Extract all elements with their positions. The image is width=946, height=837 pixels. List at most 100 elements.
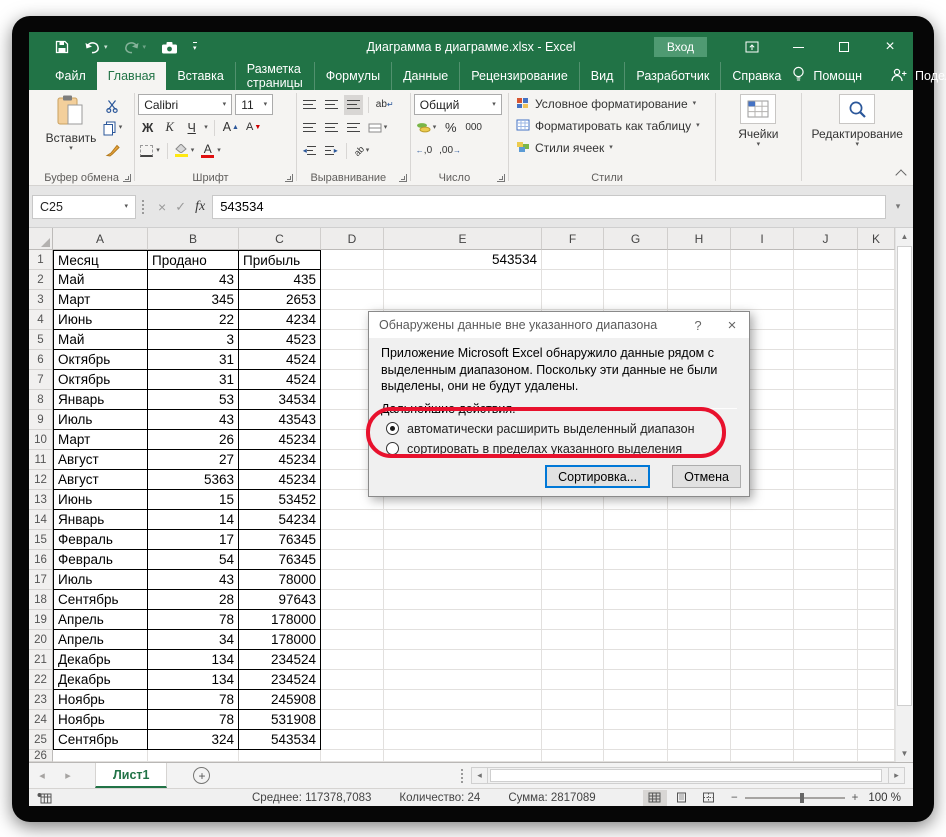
zoom-out-icon[interactable]: − (731, 792, 738, 804)
cell-I22[interactable] (731, 670, 794, 690)
cell-H26[interactable] (668, 750, 731, 762)
cell-C15[interactable]: 76345 (239, 530, 321, 550)
cell-H24[interactable] (668, 710, 731, 730)
cell-C17[interactable]: 78000 (239, 570, 321, 590)
cell-J19[interactable] (794, 610, 858, 630)
scroll-right-icon[interactable]: ▸ (888, 767, 905, 784)
cell-H22[interactable] (668, 670, 731, 690)
row-header-23[interactable]: 23 (29, 690, 53, 710)
cell-H21[interactable] (668, 650, 731, 670)
cell-F20[interactable] (542, 630, 604, 650)
cell-I25[interactable] (731, 730, 794, 750)
cell-G22[interactable] (604, 670, 668, 690)
tab-review[interactable]: Рецензирование (459, 62, 579, 90)
horizontal-scroll-thumb[interactable] (490, 769, 882, 782)
cell-A16[interactable]: Февраль (53, 550, 148, 570)
cell-B16[interactable]: 54 (148, 550, 239, 570)
cell-F1[interactable] (542, 250, 604, 270)
decrease-decimal-button[interactable]: ,00→ (437, 141, 463, 161)
cell-J18[interactable] (794, 590, 858, 610)
increase-indent-icon[interactable]: ▸ (322, 141, 341, 161)
cell-K1[interactable] (858, 250, 895, 270)
cell-B12[interactable]: 5363 (148, 470, 239, 490)
tab-insert[interactable]: Вставка (166, 62, 234, 90)
cell-C7[interactable]: 4524 (239, 370, 321, 390)
cell-A10[interactable]: Март (53, 430, 148, 450)
cell-C22[interactable]: 234524 (239, 670, 321, 690)
cell-D19[interactable] (321, 610, 384, 630)
cell-D1[interactable] (321, 250, 384, 270)
tab-developer[interactable]: Разработчик (624, 62, 720, 90)
cell-G15[interactable] (604, 530, 668, 550)
column-header-J[interactable]: J (794, 228, 858, 250)
cell-A15[interactable]: Февраль (53, 530, 148, 550)
ribbon-display-options-button[interactable] (729, 32, 775, 62)
row-header-18[interactable]: 18 (29, 590, 53, 610)
cell-K6[interactable] (858, 350, 895, 370)
cell-C14[interactable]: 54234 (239, 510, 321, 530)
scroll-up-icon[interactable]: ▲ (896, 228, 913, 245)
cell-A14[interactable]: Январь (53, 510, 148, 530)
fill-color-button[interactable]: ▾ (173, 141, 197, 161)
row-header-12[interactable]: 12 (29, 470, 53, 490)
align-center-icon[interactable] (322, 118, 341, 138)
cell-A12[interactable]: Август (53, 470, 148, 490)
cell-J16[interactable] (794, 550, 858, 570)
cell-A22[interactable]: Декабрь (53, 670, 148, 690)
cell-B13[interactable]: 15 (148, 490, 239, 510)
font-dialog-launcher-icon[interactable] (285, 174, 293, 182)
tab-data[interactable]: Данные (391, 62, 459, 90)
cell-J7[interactable] (794, 370, 858, 390)
cell-E22[interactable] (384, 670, 542, 690)
cell-E18[interactable] (384, 590, 542, 610)
cell-K15[interactable] (858, 530, 895, 550)
cell-F18[interactable] (542, 590, 604, 610)
prev-sheet-icon[interactable]: ◂ (29, 769, 55, 782)
cell-A8[interactable]: Январь (53, 390, 148, 410)
cell-B2[interactable]: 43 (148, 270, 239, 290)
row-header-4[interactable]: 4 (29, 310, 53, 330)
vertical-scrollbar[interactable]: ▲ ▼ (895, 228, 913, 762)
cell-C18[interactable]: 97643 (239, 590, 321, 610)
cell-J14[interactable] (794, 510, 858, 530)
row-header-22[interactable]: 22 (29, 670, 53, 690)
cell-G25[interactable] (604, 730, 668, 750)
cell-G17[interactable] (604, 570, 668, 590)
cell-K24[interactable] (858, 710, 895, 730)
column-header-A[interactable]: A (53, 228, 148, 250)
cell-F22[interactable] (542, 670, 604, 690)
cell-J10[interactable] (794, 430, 858, 450)
share-button[interactable]: Поделиться (915, 69, 946, 83)
cell-B20[interactable]: 34 (148, 630, 239, 650)
cell-I18[interactable] (731, 590, 794, 610)
cell-J24[interactable] (794, 710, 858, 730)
cell-D25[interactable] (321, 730, 384, 750)
cell-K10[interactable] (858, 430, 895, 450)
cell-J1[interactable] (794, 250, 858, 270)
cell-C25[interactable]: 543534 (239, 730, 321, 750)
row-header-26[interactable]: 26 (29, 750, 53, 762)
cell-J26[interactable] (794, 750, 858, 762)
cell-B3[interactable]: 345 (148, 290, 239, 310)
cell-C6[interactable]: 4524 (239, 350, 321, 370)
namebox-splitter[interactable] (142, 200, 145, 214)
tab-home[interactable]: Главная (97, 62, 167, 90)
editing-group[interactable]: Редактирование ▾ (802, 90, 913, 185)
cell-I20[interactable] (731, 630, 794, 650)
cell-A19[interactable]: Апрель (53, 610, 148, 630)
cell-J2[interactable] (794, 270, 858, 290)
tab-view[interactable]: Вид (579, 62, 625, 90)
column-header-D[interactable]: D (321, 228, 384, 250)
cell-E20[interactable] (384, 630, 542, 650)
align-left-icon[interactable] (300, 118, 319, 138)
expand-selection-radio[interactable] (386, 422, 399, 435)
merge-center-button[interactable]: ▾ (366, 118, 390, 138)
cell-K12[interactable] (858, 470, 895, 490)
cell-J23[interactable] (794, 690, 858, 710)
cell-C5[interactable]: 4523 (239, 330, 321, 350)
cell-D21[interactable] (321, 650, 384, 670)
cell-C10[interactable]: 45234 (239, 430, 321, 450)
zoom-slider[interactable] (745, 797, 845, 799)
shrink-font-button[interactable]: А▼ (244, 118, 263, 138)
cell-K17[interactable] (858, 570, 895, 590)
